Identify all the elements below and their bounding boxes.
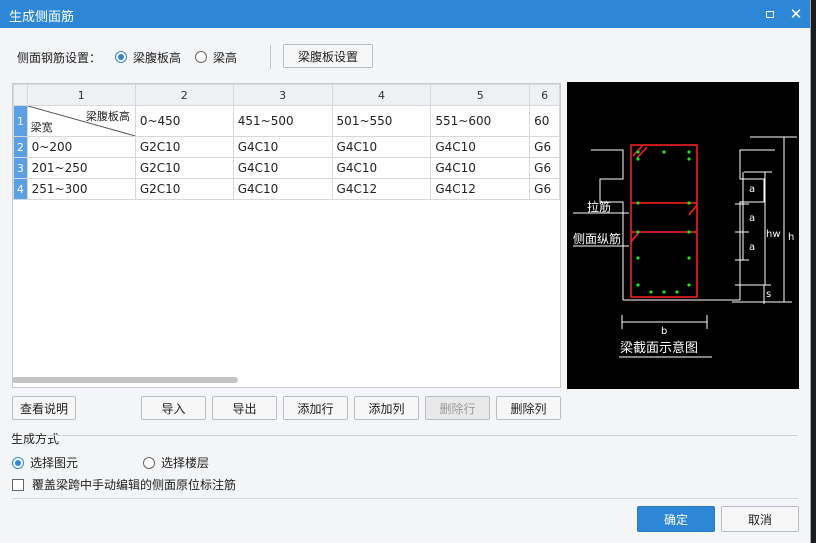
export-button[interactable]: 导出 bbox=[212, 396, 277, 420]
window-title: 生成侧面筋 bbox=[9, 10, 75, 25]
dialog-window: 生成侧面筋 ✕ 侧面钢筋设置： 梁腹板高 梁高 梁腹板设置 1 2 3 4 5 … bbox=[0, 0, 811, 543]
dim-s-label: s bbox=[766, 289, 771, 300]
radio-unchecked-icon bbox=[143, 456, 155, 469]
dim-a-label: a bbox=[749, 242, 755, 253]
cancel-button[interactable]: 取消 bbox=[721, 506, 799, 532]
radio-beam-height[interactable]: 梁高 bbox=[195, 49, 237, 66]
table-cell[interactable]: G4C12 bbox=[331, 178, 432, 200]
radio-web-height-label: 梁腹板高 bbox=[133, 50, 182, 65]
row-header[interactable]: 3 bbox=[13, 157, 28, 179]
title-bar: 生成侧面筋 ✕ bbox=[0, 0, 810, 28]
settings-label: 侧面钢筋设置： bbox=[17, 50, 102, 65]
radio-select-floor-label: 选择楼层 bbox=[161, 456, 210, 470]
section-divider bbox=[46, 435, 798, 436]
restore-button[interactable] bbox=[760, 4, 780, 24]
table-cell[interactable]: G4C10 bbox=[232, 136, 333, 158]
row-header[interactable]: 1 bbox=[13, 105, 28, 137]
radio-select-element[interactable]: 选择图元 bbox=[12, 454, 78, 471]
override-checkbox[interactable]: 覆盖梁跨中手动编辑的侧面原位标注筋 bbox=[12, 476, 236, 493]
checkbox-icon bbox=[12, 478, 24, 491]
table-cell[interactable]: G4C12 bbox=[430, 178, 531, 200]
table-cell[interactable]: G4C10 bbox=[232, 157, 333, 179]
table-cell[interactable]: G4C10 bbox=[430, 136, 531, 158]
table-cell[interactable]: G6 bbox=[529, 157, 560, 179]
table-cell[interactable]: 501~550 bbox=[331, 105, 432, 137]
table-cell[interactable]: G4C10 bbox=[331, 157, 432, 179]
add-column-button[interactable]: 添加列 bbox=[354, 396, 419, 420]
view-help-button[interactable]: 查看说明 bbox=[12, 396, 76, 420]
row-header[interactable]: 2 bbox=[13, 136, 28, 158]
table-cell[interactable]: 0~450 bbox=[134, 105, 234, 137]
col-header[interactable]: 4 bbox=[331, 84, 432, 106]
table-cell[interactable]: G6 bbox=[529, 136, 560, 158]
close-button[interactable]: ✕ bbox=[786, 4, 806, 24]
footer-divider bbox=[12, 498, 798, 499]
dim-hw-label: hw bbox=[766, 229, 781, 240]
radio-unchecked-icon bbox=[195, 51, 208, 63]
table-cell[interactable]: 251~300 bbox=[26, 178, 136, 200]
table-cell[interactable]: G2C10 bbox=[134, 157, 234, 179]
radio-select-element-label: 选择图元 bbox=[30, 456, 79, 470]
diagonal-header-cell: 梁腹板高 梁宽 bbox=[26, 105, 136, 137]
col-header[interactable]: 2 bbox=[134, 84, 234, 106]
table-cell[interactable]: G4C10 bbox=[331, 136, 432, 158]
col-header[interactable]: 1 bbox=[26, 84, 136, 106]
table-cell[interactable]: G4C10 bbox=[430, 157, 531, 179]
close-icon: ✕ bbox=[789, 5, 803, 23]
settings-row: 侧面钢筋设置： 梁腹板高 梁高 bbox=[17, 46, 237, 68]
beam-section-diagram: a a a hw h s b 拉筋 侧面纵筋 梁截面示意图 bbox=[567, 82, 799, 389]
diag-top-label: 梁腹板高 bbox=[85, 110, 130, 123]
col-header[interactable]: 3 bbox=[232, 84, 333, 106]
section-title: 生成方式 bbox=[11, 432, 60, 446]
table-corner bbox=[13, 84, 28, 106]
diagram-caption: 梁截面示意图 bbox=[620, 340, 698, 356]
radio-beam-height-label: 梁高 bbox=[213, 50, 238, 65]
tie-bar-label: 拉筋 bbox=[587, 199, 611, 214]
row-header[interactable]: 4 bbox=[13, 178, 28, 200]
rebar-table: 1 2 3 4 5 6 1 梁腹板高 梁宽 0~450 451~500 501~… bbox=[12, 83, 561, 388]
radio-checked-icon bbox=[115, 51, 128, 63]
delete-row-button[interactable]: 删除行 bbox=[425, 396, 490, 420]
col-header[interactable]: 5 bbox=[430, 84, 531, 106]
table-cell[interactable]: G2C10 bbox=[134, 178, 234, 200]
ok-button[interactable]: 确定 bbox=[637, 506, 715, 532]
table-cell[interactable]: 60 bbox=[529, 105, 560, 137]
table-cell[interactable]: G2C10 bbox=[134, 136, 234, 158]
table-cell[interactable]: 451~500 bbox=[232, 105, 333, 137]
dim-h-label: h bbox=[788, 232, 794, 243]
restore-icon bbox=[766, 10, 774, 18]
diag-bottom-label: 梁宽 bbox=[30, 121, 53, 134]
col-header[interactable]: 6 bbox=[529, 84, 560, 106]
table-cell[interactable]: 551~600 bbox=[430, 105, 531, 137]
dim-b-label: b bbox=[661, 326, 667, 337]
radio-checked-icon bbox=[12, 456, 24, 469]
radio-web-height[interactable]: 梁腹板高 bbox=[115, 49, 181, 66]
dim-a-label: a bbox=[749, 213, 755, 224]
table-cell[interactable]: G6 bbox=[529, 178, 560, 200]
import-button[interactable]: 导入 bbox=[141, 396, 206, 420]
divider bbox=[270, 45, 271, 69]
table-cell[interactable]: 0~200 bbox=[26, 136, 136, 158]
web-settings-button[interactable]: 梁腹板设置 bbox=[283, 44, 373, 68]
dim-a-label: a bbox=[749, 184, 755, 195]
side-bar-label: 侧面纵筋 bbox=[573, 231, 621, 246]
beam-section-drawing: a a a hw h s b 拉筋 侧面纵筋 梁截面示意图 bbox=[573, 136, 797, 358]
table-cell[interactable]: 201~250 bbox=[26, 157, 136, 179]
radio-select-floor[interactable]: 选择楼层 bbox=[143, 454, 209, 471]
add-row-button[interactable]: 添加行 bbox=[283, 396, 348, 420]
override-checkbox-label: 覆盖梁跨中手动编辑的侧面原位标注筋 bbox=[32, 478, 237, 492]
horizontal-scrollbar[interactable] bbox=[12, 377, 238, 383]
delete-column-button[interactable]: 删除列 bbox=[496, 396, 561, 420]
table-cell[interactable]: G4C10 bbox=[232, 178, 333, 200]
